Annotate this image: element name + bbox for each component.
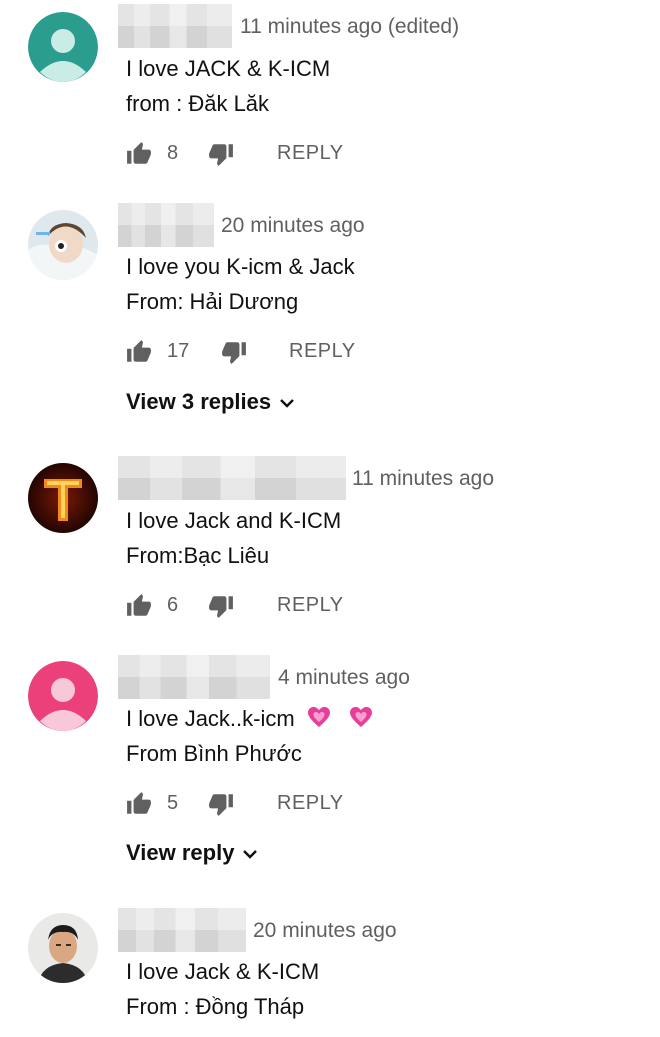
avatar[interactable]	[28, 12, 98, 82]
comment-text-line: From Bình Phước	[126, 741, 302, 766]
author-name-blurred[interactable]	[118, 655, 270, 699]
thumb-up-icon[interactable]	[126, 791, 152, 817]
thumb-down-icon[interactable]	[208, 141, 234, 167]
comment-timestamp[interactable]: 11 minutes ago (edited)	[240, 15, 459, 39]
avatar[interactable]	[28, 661, 98, 731]
comment-text-line: I love you K-icm & Jack	[126, 254, 355, 279]
comment-text-line: I love Jack & K-ICM	[126, 959, 320, 984]
comment-text-line: I love Jack and K-ICM	[126, 508, 342, 533]
view-replies-button[interactable]: View reply	[126, 840, 258, 866]
thumb-down-icon[interactable]	[208, 791, 234, 817]
avatar[interactable]	[28, 463, 98, 533]
user-photo-avatar	[28, 210, 98, 280]
reply-button[interactable]: REPLY	[277, 142, 344, 165]
like-count: 17	[167, 340, 190, 362]
comment-timestamp[interactable]: 11 minutes ago	[352, 467, 494, 491]
like-count: 6	[167, 594, 179, 616]
comment-timestamp[interactable]: 4 minutes ago	[278, 666, 410, 690]
comment-text: I love Jack..k-icm	[126, 706, 295, 731]
thumb-up-icon[interactable]	[126, 593, 152, 619]
author-name-blurred[interactable]	[118, 203, 214, 247]
reply-button[interactable]: REPLY	[277, 792, 344, 815]
user-photo-avatar	[28, 913, 98, 983]
heart-emoji-icon	[307, 706, 331, 734]
heart-emoji-icon	[349, 706, 373, 734]
comment-text-line: I love JACK & K-ICM	[126, 56, 331, 81]
thumb-up-icon[interactable]	[126, 339, 152, 365]
avatar[interactable]	[28, 210, 98, 280]
comment-text-line: from : Đăk Lăk	[126, 91, 270, 116]
like-count: 8	[167, 142, 179, 164]
view-replies-label: View reply	[126, 840, 235, 865]
chevron-down-icon	[242, 840, 258, 866]
comment-text-line: From:Bạc Liêu	[126, 543, 270, 568]
reply-button[interactable]: REPLY	[289, 340, 356, 363]
comment-text-line: I love Jack..k-icm	[126, 706, 373, 734]
like-count: 5	[167, 792, 179, 814]
view-replies-button[interactable]: View 3 replies	[126, 389, 295, 415]
chevron-down-icon	[279, 389, 295, 415]
view-replies-label: View 3 replies	[126, 389, 272, 414]
default-user-avatar-icon	[28, 661, 98, 731]
thumb-up-icon[interactable]	[126, 141, 152, 167]
author-name-blurred[interactable]	[118, 4, 232, 48]
user-photo-avatar	[28, 463, 98, 533]
thumb-down-icon[interactable]	[221, 339, 247, 365]
author-name-blurred[interactable]	[118, 456, 346, 500]
author-name-blurred[interactable]	[118, 908, 246, 952]
avatar[interactable]	[28, 913, 98, 983]
reply-button[interactable]: REPLY	[277, 594, 344, 617]
thumb-down-icon[interactable]	[208, 593, 234, 619]
comment-text-line: From: Hải Dương	[126, 289, 299, 314]
default-user-avatar-icon	[28, 12, 98, 82]
comment-timestamp[interactable]: 20 minutes ago	[221, 214, 365, 238]
comment-text-line: From : Đồng Tháp	[126, 994, 305, 1019]
comment-timestamp[interactable]: 20 minutes ago	[253, 919, 397, 943]
